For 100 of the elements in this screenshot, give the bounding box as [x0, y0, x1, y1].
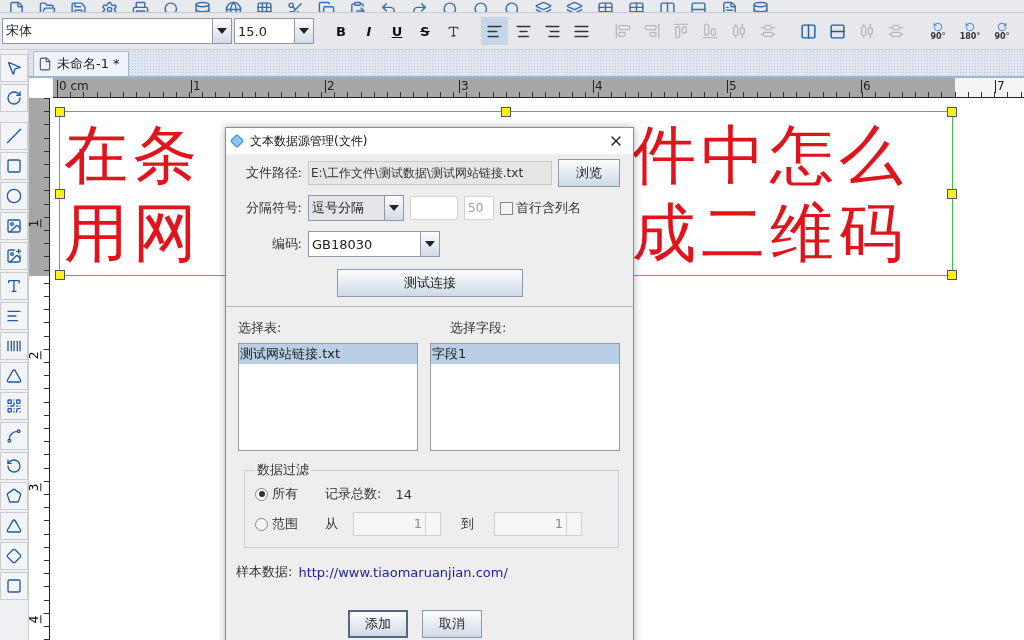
- document-tab[interactable]: 未命名-1 *: [33, 51, 129, 76]
- dialog-button[interactable]: 添加: [347, 610, 408, 638]
- triangle-icon: [6, 518, 22, 534]
- field-label: 编码:: [270, 235, 302, 253]
- tool-button[interactable]: [0, 84, 28, 112]
- delimiter-select[interactable]: 逗号分隔: [308, 195, 404, 221]
- tool-button[interactable]: [0, 512, 28, 540]
- rotate-icon: [6, 90, 22, 106]
- tool-button[interactable]: [0, 272, 28, 300]
- sample-link[interactable]: http://www.tiaomaruanjian.com/: [298, 564, 508, 580]
- qr-code-icon: [6, 398, 22, 414]
- line-icon: [6, 128, 22, 144]
- tool-button[interactable]: [0, 182, 28, 210]
- format-button[interactable]: S: [412, 17, 438, 45]
- list-label: 选择字段:: [449, 319, 508, 337]
- resize-handle[interactable]: [55, 107, 65, 117]
- align-button[interactable]: [481, 17, 508, 45]
- format-button[interactable]: I: [356, 17, 382, 45]
- dropdown-arrow-icon: [299, 28, 309, 34]
- label-text: 件中怎么: [632, 118, 908, 191]
- spacing-icon: [858, 23, 875, 39]
- tool-button[interactable]: [0, 572, 28, 600]
- field-label: 到: [461, 515, 474, 533]
- tool-button[interactable]: [0, 302, 28, 330]
- rotate-button[interactable]: 90°: [923, 17, 953, 45]
- tool-button[interactable]: [0, 392, 28, 420]
- file-path-field[interactable]: E:\工作文件\测试数据\测试网站链接.txt: [308, 161, 552, 185]
- browse-button[interactable]: 浏览: [558, 159, 620, 187]
- tool-button[interactable]: [0, 422, 28, 450]
- ruler-label: 1: [193, 79, 201, 93]
- font-size-select[interactable]: 15.0: [234, 18, 314, 44]
- align-objects-icon: [730, 23, 747, 39]
- rotate-left-icon: [933, 21, 943, 32]
- resize-handle[interactable]: [947, 107, 957, 117]
- header-row-checkbox[interactable]: 首行含列名: [500, 199, 581, 217]
- center-vertical-icon: [829, 22, 846, 40]
- resize-handle[interactable]: [55, 270, 65, 280]
- ruler-label: 2: [28, 351, 42, 360]
- radio-button[interactable]: 范围: [255, 515, 319, 533]
- encoding-select[interactable]: GB18030: [308, 231, 440, 257]
- ruler-label: 6: [863, 79, 871, 93]
- field-label: 分隔符号:: [244, 199, 302, 217]
- align-objects-icon: [759, 23, 776, 39]
- format-button[interactable]: B: [328, 17, 354, 45]
- text-icon: [6, 278, 22, 294]
- resize-handle[interactable]: [947, 270, 957, 280]
- field-label: 从: [325, 515, 339, 533]
- dialog-title: 文本数据源管理(文件): [250, 132, 369, 150]
- field-label: 样本数据:: [236, 563, 293, 581]
- pointer-icon: [6, 60, 22, 76]
- label-text: 用网: [64, 196, 202, 269]
- resize-handle[interactable]: [501, 107, 511, 117]
- ruler-label: 5: [729, 79, 737, 93]
- tool-button[interactable]: [0, 54, 28, 82]
- tool-button[interactable]: [0, 332, 28, 360]
- list-item[interactable]: 字段1: [431, 344, 619, 364]
- tool-button[interactable]: [0, 152, 28, 180]
- field-label: 文件路径:: [244, 164, 302, 182]
- rotate-button[interactable]: 180°: [955, 17, 985, 45]
- ruler-label: 4: [28, 615, 42, 624]
- tool-button[interactable]: [0, 242, 28, 270]
- dropdown-arrow-icon: [389, 205, 399, 211]
- dropdown-arrow-icon: [425, 241, 435, 247]
- dialog-button[interactable]: 取消: [421, 610, 482, 638]
- align-objects-icon: [614, 23, 631, 39]
- diamond-icon: [6, 548, 22, 564]
- resize-handle[interactable]: [947, 188, 957, 199]
- field-label: 记录总数:: [325, 485, 382, 503]
- ellipse-icon: [6, 188, 22, 204]
- tool-button[interactable]: [0, 212, 28, 240]
- image-icon: [6, 248, 22, 264]
- list-item[interactable]: 测试网站链接.txt: [239, 344, 417, 364]
- dropdown-arrow-icon: [217, 28, 227, 34]
- test-connection-button[interactable]: 测试连接: [336, 269, 523, 297]
- radio-button[interactable]: 所有: [255, 485, 319, 503]
- tool-button[interactable]: [0, 482, 28, 510]
- app-icon: [230, 134, 244, 148]
- rounded-rectangle-icon: [6, 158, 22, 174]
- align-objects-icon: [672, 23, 689, 39]
- resize-handle[interactable]: [55, 188, 65, 199]
- ruler-label: 0 cm: [59, 79, 89, 93]
- ruler-label: 4: [595, 79, 603, 93]
- rotate-left-icon: [965, 21, 975, 32]
- tool-button[interactable]: [0, 362, 28, 390]
- ruler-label: 1: [28, 219, 42, 228]
- tool-button[interactable]: [0, 452, 28, 480]
- tool-button[interactable]: [0, 542, 28, 570]
- delimiter-field[interactable]: [410, 196, 458, 220]
- font-select[interactable]: 宋体: [2, 18, 232, 44]
- polygon-icon: [6, 488, 22, 504]
- align-objects-icon: [643, 23, 660, 39]
- list-label: 选择表:: [238, 319, 283, 337]
- barcode-icon: [6, 338, 22, 354]
- ruler-label: 7: [997, 79, 1005, 93]
- curve-icon: [6, 428, 22, 444]
- format-button[interactable]: U: [384, 17, 410, 45]
- ruler-label: 3: [28, 483, 42, 492]
- label-text: 成二维码: [632, 196, 908, 269]
- rotate-button[interactable]: 90°: [987, 17, 1017, 45]
- rich-text-icon: [6, 308, 22, 324]
